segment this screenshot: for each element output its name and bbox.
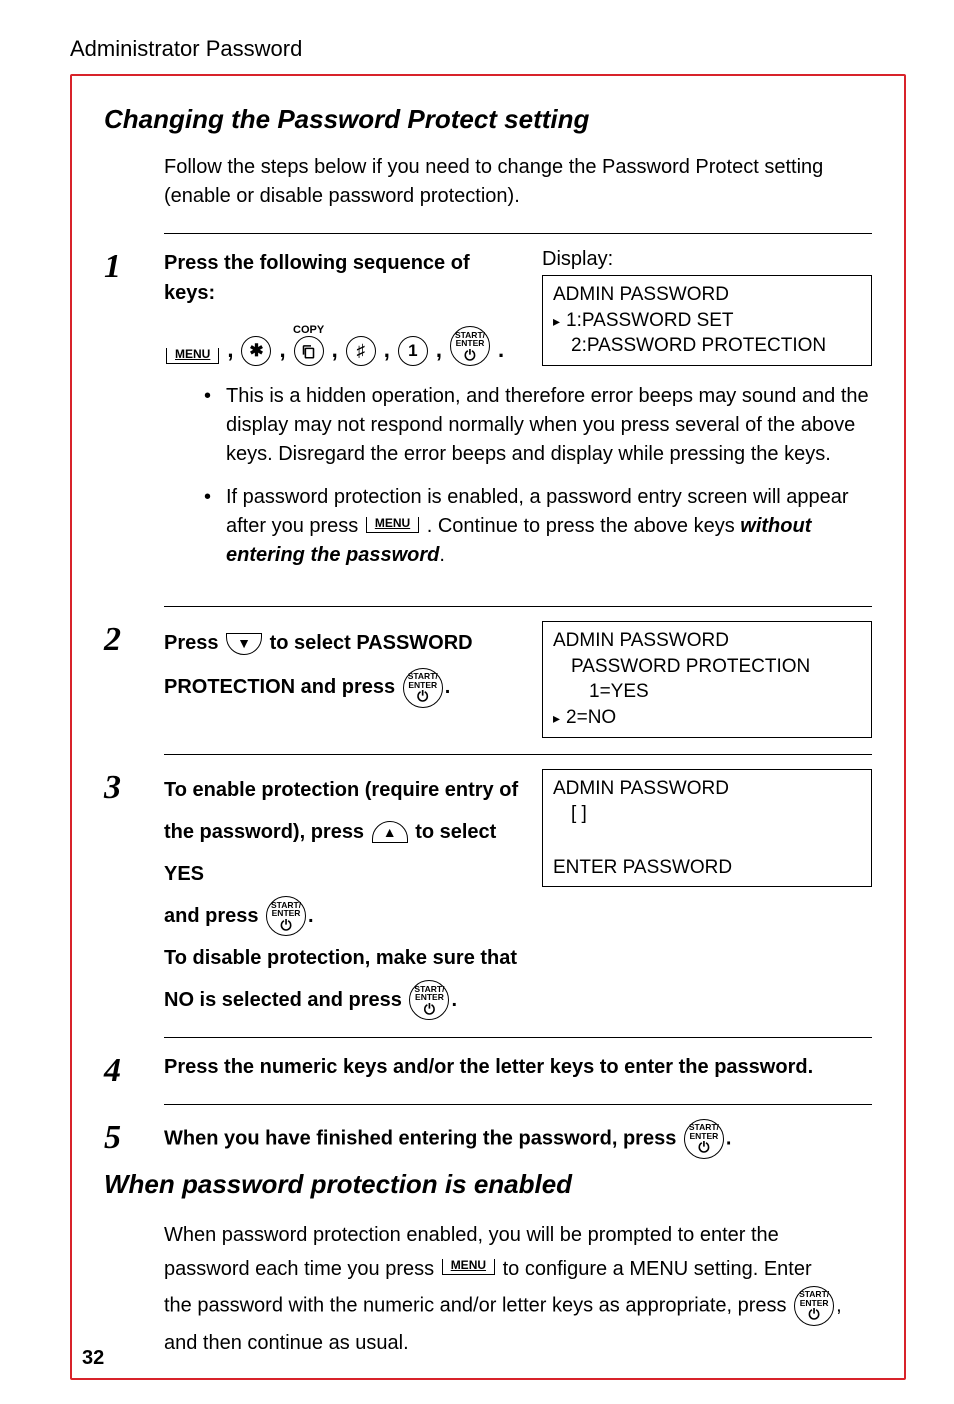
section-title-1: Changing the Password Protect setting xyxy=(104,104,872,135)
step1-instruction: Press the following sequence of keys: xyxy=(164,252,470,304)
seq-period: . xyxy=(498,333,504,366)
menu-key-icon: MENU xyxy=(442,1259,495,1275)
copy-key-icon xyxy=(294,336,324,366)
content-frame: Changing the Password Protect setting Fo… xyxy=(70,74,906,1380)
step-number-2: 2 xyxy=(104,621,164,657)
display-box-3: ADMIN PASSWORD [ ] ENTER PASSWORD xyxy=(542,769,872,888)
section2-body: When password protection enabled, you wi… xyxy=(164,1218,872,1360)
step-number-1: 1 xyxy=(104,248,164,284)
step4-instruction: Press the numeric keys and/or the letter… xyxy=(164,1052,872,1082)
step-2: 2 Press ▼ to select PASSWORD PROTECTION … xyxy=(104,621,872,738)
start-enter-key-icon: START/ ENTER ⏻ xyxy=(266,896,306,936)
step-3: 3 To enable protection (require entry of… xyxy=(104,769,872,1021)
start-enter-key-icon: START/ ENTER ⏻ xyxy=(684,1119,724,1159)
star-key-icon: ✱ xyxy=(241,336,271,366)
page-header: Administrator Password xyxy=(70,36,906,62)
intro-text: Follow the steps below if you need to ch… xyxy=(164,153,872,211)
start-enter-key-icon: START/ ENTER ⏻ xyxy=(409,980,449,1020)
section-title-2: When password protection is enabled xyxy=(104,1169,872,1200)
display-box-1: ADMIN PASSWORD 1:PASSWORD SET 2:PASSWORD… xyxy=(542,275,872,366)
page-number: 32 xyxy=(82,1347,104,1370)
start-enter-key-icon: START/ ENTER ⏻ xyxy=(403,668,443,708)
one-key-icon: 1 xyxy=(398,336,428,366)
start-enter-key-icon: START/ ENTER ⏻ xyxy=(794,1286,834,1326)
step-5: 5 When you have finished entering the pa… xyxy=(104,1119,872,1159)
step-1: 1 Press the following sequence of keys: … xyxy=(104,248,872,590)
key-sequence: MENU , ✱ , , ♯ , 1 , xyxy=(164,326,524,366)
menu-key-icon: MENU xyxy=(166,348,219,364)
start-enter-key-icon: START/ ENTER ⏻ xyxy=(450,326,490,366)
display-box-2: ADMIN PASSWORD PASSWORD PROTECTION 1=YES… xyxy=(542,621,872,738)
hash-key-icon: ♯ xyxy=(346,336,376,366)
display-label: Display: xyxy=(542,248,872,271)
step1-bullet-1: This is a hidden operation, and therefor… xyxy=(204,382,872,469)
step-number-5: 5 xyxy=(104,1119,164,1155)
step-number-3: 3 xyxy=(104,769,164,805)
step1-bullet-2: If password protection is enabled, a pas… xyxy=(204,483,872,570)
down-arrow-key-icon: ▼ xyxy=(226,633,262,655)
step-4: 4 Press the numeric keys and/or the lett… xyxy=(104,1052,872,1088)
up-arrow-key-icon: ▲ xyxy=(372,821,408,843)
menu-key-icon: MENU xyxy=(366,517,419,533)
step-number-4: 4 xyxy=(104,1052,164,1088)
